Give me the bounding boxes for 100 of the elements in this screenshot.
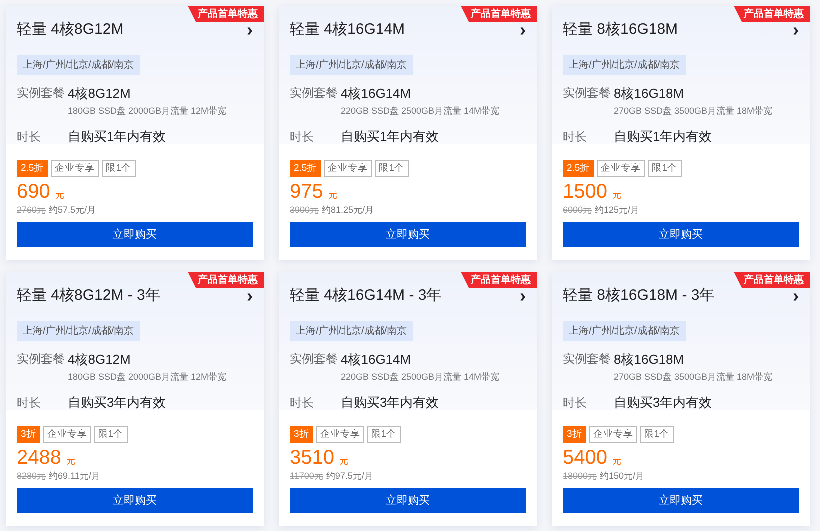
monthly-price: 约81.25元/月 (322, 204, 374, 217)
buy-button[interactable]: 立即购买 (290, 222, 526, 247)
card-title: 轻量 8核16G18M - 3年 (563, 286, 715, 305)
price: 1500 (563, 181, 608, 204)
region-tag: 上海/广州/北京/成都/南京 (290, 321, 414, 341)
buy-button[interactable]: 立即购买 (563, 488, 799, 513)
duration-label: 时长 (290, 128, 315, 146)
price: 3510 (290, 447, 334, 470)
original-price: 6000元 (563, 204, 592, 217)
spec-value: 4核8G12M (68, 351, 132, 369)
tag: 限1个 (375, 160, 409, 177)
promo-ribbon: 产品首单特惠 (734, 272, 810, 288)
spec-value: 4核16G14M (341, 351, 412, 369)
tag: 限1个 (94, 426, 128, 443)
region-tag: 上海/广州/北京/成都/南京 (563, 55, 686, 75)
tag: 限1个 (367, 426, 401, 443)
card-title: 轻量 4核8G12M - 3年 (17, 286, 160, 305)
duration-value: 自购买1年内有效 (68, 128, 166, 146)
spec-detail: 270GB SSD盘 3500GB月流量 18M带宽 (614, 371, 773, 384)
monthly-price: 约125元/月 (595, 204, 640, 217)
price-unit: 元 (66, 455, 76, 468)
spec-label: 实例套餐 (290, 85, 339, 102)
tag: 限1个 (648, 160, 682, 177)
spec-label: 实例套餐 (563, 351, 612, 368)
tag: 限1个 (640, 426, 674, 443)
duration-value: 自购买1年内有效 (341, 128, 440, 146)
promo-ribbon: 产品首单特惠 (461, 272, 537, 288)
original-price: 3900元 (290, 204, 320, 217)
tag: 2.5折 (563, 160, 594, 177)
original-price: 11700元 (290, 470, 324, 483)
duration-label: 时长 (17, 394, 42, 412)
tag: 企业专享 (589, 426, 638, 443)
duration-value: 自购买3年内有效 (614, 394, 712, 412)
buy-button[interactable]: 立即购买 (17, 222, 253, 247)
spec-value: 4核16G14M (341, 85, 412, 103)
price: 975 (290, 181, 324, 204)
chevron-icon[interactable]: › (793, 286, 799, 304)
spec-value: 8核16G18M (614, 85, 686, 103)
spec-detail: 180GB SSD盘 2000GB月流量 12M带宽 (68, 105, 227, 118)
buy-button[interactable]: 立即购买 (563, 222, 799, 247)
price-unit: 元 (55, 189, 64, 202)
monthly-price: 约97.5元/月 (326, 470, 374, 483)
spec-detail: 220GB SSD盘 2500GB月流量 14M带宽 (341, 371, 500, 384)
promo-ribbon: 产品首单特惠 (461, 6, 537, 22)
duration-value: 自购买3年内有效 (341, 394, 440, 412)
region-tag: 上海/广州/北京/成都/南京 (17, 321, 140, 341)
tag: 2.5折 (17, 160, 48, 177)
price: 5400 (563, 447, 608, 470)
price-unit: 元 (612, 455, 622, 468)
region-tag: 上海/广州/北京/成都/南京 (290, 55, 414, 75)
price-unit: 元 (612, 189, 622, 202)
tag: 3折 (563, 426, 586, 443)
promo-ribbon: 产品首单特惠 (188, 272, 264, 288)
duration-label: 时长 (563, 394, 588, 412)
spec-detail: 270GB SSD盘 3500GB月流量 18M带宽 (614, 105, 773, 118)
price-unit: 元 (340, 455, 348, 468)
tag: 企业专享 (316, 426, 364, 443)
card-title: 轻量 4核16G14M (290, 20, 406, 39)
duration-label: 时长 (290, 394, 315, 412)
region-tag: 上海/广州/北京/成都/南京 (563, 321, 686, 341)
spec-label: 实例套餐 (563, 85, 612, 102)
tag: 企业专享 (43, 426, 92, 443)
duration-value: 自购买1年内有效 (614, 128, 712, 146)
buy-button[interactable]: 立即购买 (17, 488, 253, 513)
promo-ribbon: 产品首单特惠 (734, 6, 810, 22)
chevron-icon[interactable]: › (793, 20, 799, 38)
tag: 限1个 (102, 160, 136, 177)
chevron-icon[interactable]: › (520, 20, 526, 38)
card-title: 轻量 8核16G18M (563, 20, 678, 39)
tag: 2.5折 (290, 160, 322, 177)
tag: 企业专享 (324, 160, 372, 177)
spec-label: 实例套餐 (17, 85, 66, 102)
tag: 企业专享 (51, 160, 100, 177)
duration-label: 时长 (563, 128, 588, 146)
spec-detail: 180GB SSD盘 2000GB月流量 12M带宽 (68, 371, 227, 384)
monthly-price: 约69.11元/月 (49, 470, 100, 483)
duration-label: 时长 (17, 128, 42, 146)
tag: 3折 (17, 426, 40, 443)
price: 690 (17, 181, 50, 204)
card-title: 轻量 4核16G14M - 3年 (290, 286, 442, 305)
spec-detail: 220GB SSD盘 2500GB月流量 14M带宽 (341, 105, 500, 118)
promo-ribbon: 产品首单特惠 (188, 6, 264, 22)
spec-value: 4核8G12M (68, 85, 132, 103)
original-price: 2760元 (17, 204, 46, 217)
spec-value: 8核16G18M (614, 351, 686, 369)
tag: 3折 (290, 426, 314, 443)
chevron-icon[interactable]: › (247, 286, 253, 304)
price: 2488 (17, 447, 62, 470)
chevron-icon[interactable]: › (247, 20, 253, 38)
spec-label: 实例套餐 (17, 351, 66, 368)
chevron-icon[interactable]: › (520, 286, 526, 304)
monthly-price: 约57.5元/月 (49, 204, 96, 217)
tag: 企业专享 (597, 160, 646, 177)
spec-label: 实例套餐 (290, 351, 339, 368)
buy-button[interactable]: 立即购买 (290, 488, 526, 513)
monthly-price: 约150元/月 (600, 470, 645, 483)
original-price: 8280元 (17, 470, 46, 483)
price-unit: 元 (328, 189, 338, 202)
region-tag: 上海/广州/北京/成都/南京 (17, 55, 140, 75)
card-title: 轻量 4核8G12M (17, 20, 124, 39)
